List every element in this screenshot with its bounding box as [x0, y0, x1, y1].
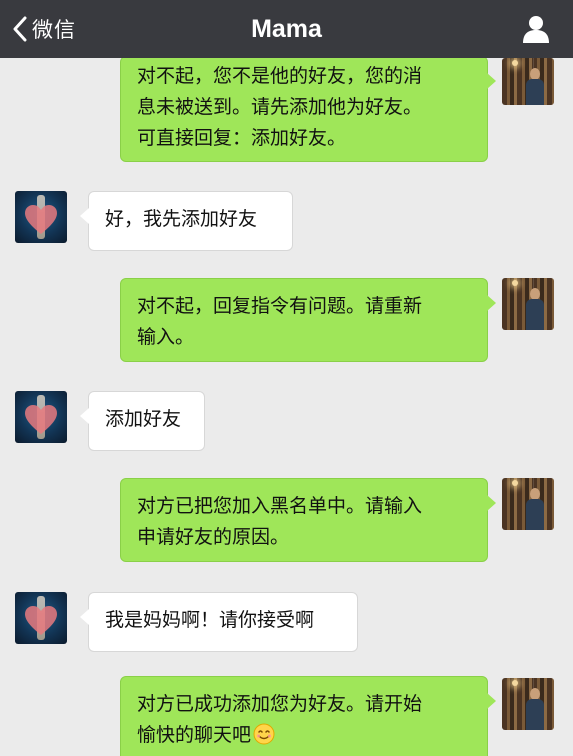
smile-emoji	[253, 723, 275, 745]
my-avatar[interactable]	[502, 58, 554, 105]
chat-header: 微信 Mama	[0, 0, 573, 58]
message-line: 对方已把您加入黑名单中。请输入	[137, 495, 423, 517]
message-line: 添加好友	[105, 408, 182, 430]
message-bubble-sent[interactable]: 对方已成功添加您为好友。请开始 愉快的聊天吧	[120, 676, 496, 756]
mom-avatar[interactable]	[15, 592, 67, 644]
message-bubble-received[interactable]: 我是妈妈啊！请你接受啊	[80, 592, 358, 652]
message-line: 输入。	[137, 326, 195, 348]
heart-icon	[25, 606, 57, 635]
message-line: 申请好友的原因。	[137, 526, 290, 548]
heart-icon	[25, 205, 57, 234]
message-line: 好，我先添加好友	[105, 208, 258, 230]
message-bubble-received[interactable]: 添加好友	[80, 391, 205, 451]
message-line-text: 愉快的聊天吧	[137, 724, 252, 746]
my-avatar[interactable]	[502, 678, 554, 730]
message-line: 对方已成功添加您为好友。请开始	[137, 693, 423, 715]
message-line: 息未被送到。请先添加他为好友。	[137, 96, 423, 118]
heart-icon	[25, 405, 57, 434]
message-line: 可直接回复：添加好友。	[137, 127, 347, 149]
message-line: 对不起，回复指令有问题。请重新	[137, 295, 423, 317]
message-line: 对不起，您不是他的好友，您的消	[137, 65, 423, 87]
mom-avatar[interactable]	[15, 191, 67, 243]
message-bubble-sent[interactable]: 对不起，您不是他的好友，您的消 息未被送到。请先添加他为好友。 可直接回复：添加…	[120, 58, 496, 162]
message-bubble-sent[interactable]: 对不起，回复指令有问题。请重新 输入。	[120, 278, 496, 362]
my-avatar[interactable]	[502, 478, 554, 530]
chat-title: Mama	[251, 14, 322, 43]
chat-area[interactable]: 对不起，您不是他的好友，您的消 息未被送到。请先添加他为好友。 可直接回复：添加…	[0, 58, 573, 756]
message-line: 我是妈妈啊！请你接受啊	[105, 609, 315, 631]
profile-button[interactable]	[521, 14, 551, 44]
message-line: 愉快的聊天吧	[137, 720, 467, 751]
mom-avatar[interactable]	[15, 391, 67, 443]
profile-icon	[523, 16, 549, 43]
my-avatar[interactable]	[502, 278, 554, 330]
message-bubble-sent[interactable]: 对方已把您加入黑名单中。请输入 申请好友的原因。	[120, 478, 496, 562]
message-bubble-received[interactable]: 好，我先添加好友	[80, 191, 293, 251]
